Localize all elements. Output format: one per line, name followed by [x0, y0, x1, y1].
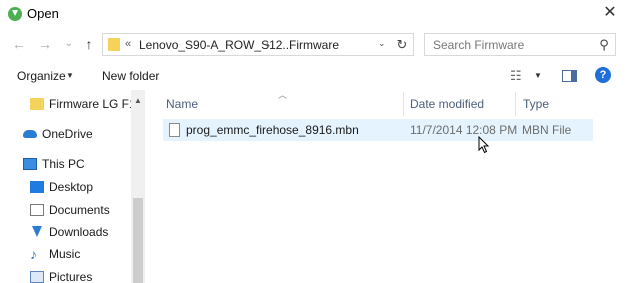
address-row: ← → ⌄ ↑ « Lenovo_S90-A_ROW_S12... › Firm… — [0, 32, 626, 58]
nav-item-label: OneDrive — [42, 127, 93, 141]
file-type: MBN File — [522, 123, 572, 137]
title-bar: Open ✕ — [0, 0, 626, 28]
address-bar[interactable]: « Lenovo_S90-A_ROW_S12... › Firmware ⌄ ↻ — [102, 33, 414, 56]
back-button[interactable]: ← — [10, 35, 28, 53]
nav-item-label: This PC — [42, 157, 85, 171]
computer-icon — [23, 158, 37, 170]
nav-item-label: Documents — [49, 203, 110, 217]
onedrive-icon — [23, 130, 37, 138]
scrollbar-thumb[interactable] — [133, 198, 143, 283]
folder-icon — [30, 98, 44, 110]
recent-locations-button[interactable]: ⌄ — [60, 35, 78, 53]
search-input[interactable]: Search Firmware ⚲ — [424, 33, 616, 56]
mouse-cursor-icon — [478, 136, 490, 154]
search-icon[interactable]: ⚲ — [595, 37, 609, 52]
file-list: ︿ Name Date modified Type prog_emmc_fire… — [148, 90, 626, 283]
column-header-date-modified[interactable]: Date modified — [410, 97, 484, 111]
nav-item-label: Downloads — [49, 225, 109, 239]
file-row[interactable]: prog_emmc_firehose_8916.mbn 11/7/2014 12… — [163, 119, 593, 141]
scroll-up-arrow-icon[interactable]: ▲ — [134, 96, 142, 105]
organize-button[interactable]: Organize — [17, 69, 66, 83]
desktop-icon — [30, 181, 44, 193]
column-divider[interactable] — [515, 92, 516, 116]
pictures-icon — [30, 271, 44, 283]
address-dropdown-button[interactable]: ⌄ — [378, 38, 386, 49]
forward-button[interactable]: → — [36, 35, 54, 53]
downloads-icon — [30, 226, 44, 238]
command-bar: Organize ▼ New folder ☷ ▼ ? — [0, 62, 626, 90]
nav-item-label: Firmware LG F10 — [49, 97, 143, 111]
close-button[interactable]: ✕ — [598, 2, 622, 24]
navigation-pane: Firmware LG F10 OneDrive This PC Desktop… — [0, 90, 145, 283]
nav-item-label: Desktop — [49, 180, 94, 194]
nav-item-label: Pictures — [49, 270, 93, 283]
file-icon — [169, 123, 180, 137]
address-overflow-chevron[interactable]: « — [125, 38, 131, 50]
dialog-content: Firmware LG F10 OneDrive This PC Desktop… — [0, 90, 626, 283]
chevron-down-icon[interactable]: ▼ — [534, 71, 542, 80]
breadcrumb-separator[interactable]: › — [266, 38, 270, 52]
chevron-down-icon[interactable]: ▼ — [66, 71, 74, 80]
navigation-scrollbar[interactable]: ▲ — [131, 90, 145, 283]
new-folder-button[interactable]: New folder — [102, 69, 159, 83]
breadcrumb-segment-current[interactable]: Firmware — [289, 38, 339, 52]
nav-item-label: Music — [49, 247, 81, 261]
folder-icon — [108, 38, 120, 51]
view-options-icon[interactable]: ☷ — [510, 68, 522, 84]
refresh-icon[interactable]: ↻ — [393, 36, 411, 54]
up-button[interactable]: ↑ — [80, 35, 98, 53]
column-header-name[interactable]: Name — [166, 97, 198, 111]
help-icon[interactable]: ? — [595, 67, 611, 83]
window-title: Open — [27, 6, 59, 21]
music-icon: ♪ — [30, 246, 37, 262]
documents-icon — [30, 204, 44, 216]
file-date-modified: 11/7/2014 12:08 PM — [410, 123, 518, 137]
column-divider[interactable] — [403, 92, 404, 116]
file-name: prog_emmc_firehose_8916.mbn — [186, 123, 359, 137]
open-dialog-icon — [8, 7, 22, 21]
column-header-type[interactable]: Type — [523, 97, 549, 111]
preview-pane-icon[interactable] — [562, 70, 577, 82]
search-placeholder: Search Firmware — [433, 38, 525, 52]
sort-indicator-icon: ︿ — [278, 90, 288, 100]
